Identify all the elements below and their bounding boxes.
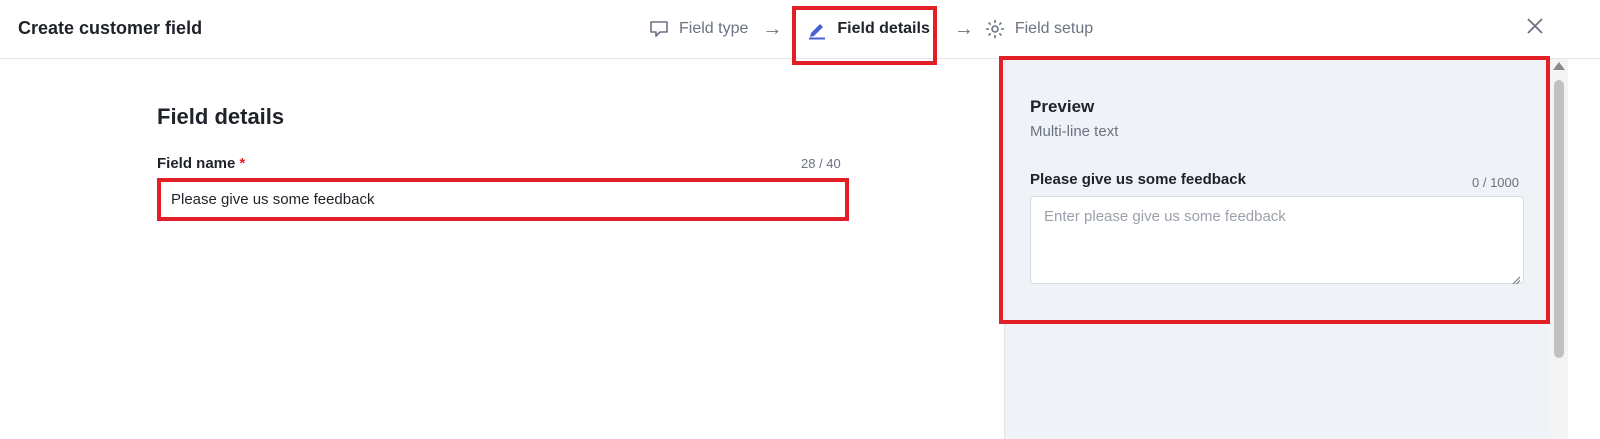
field-name-label: Field name * xyxy=(157,155,245,172)
field-name-input-wrapper xyxy=(157,178,849,221)
step-field-type[interactable]: Field type xyxy=(648,18,748,40)
required-marker: * xyxy=(239,155,246,172)
speech-bubble-icon xyxy=(648,18,670,40)
field-name-input[interactable] xyxy=(161,182,845,217)
create-customer-field-dialog: Create customer field Field type → Field… xyxy=(0,0,1600,439)
arrow-right-icon: → xyxy=(953,17,974,40)
field-name-counter: 28 / 40 xyxy=(801,156,841,171)
step-field-setup[interactable]: Field setup xyxy=(984,18,1093,40)
gear-icon xyxy=(984,18,1006,40)
dialog-title: Create customer field xyxy=(18,18,203,38)
step-label: Field setup xyxy=(1014,20,1094,37)
preview-counter: 0 / 1000 xyxy=(1472,175,1519,190)
close-button[interactable] xyxy=(1524,17,1546,39)
stepper: Field type → Field details → Field setup xyxy=(648,0,1093,65)
step-label: Field type xyxy=(679,20,749,37)
field-name-label-text: Field name xyxy=(157,155,236,172)
arrow-right-icon: → xyxy=(762,17,783,40)
resize-handle-icon[interactable] xyxy=(1512,272,1521,285)
preview-field-label: Please give us some feedback xyxy=(1030,171,1246,188)
scroll-up-icon[interactable] xyxy=(1553,62,1565,70)
scrollbar-thumb[interactable] xyxy=(1554,80,1564,358)
dialog-header: Create customer field Field type → Field… xyxy=(0,0,1600,65)
preview-textarea[interactable] xyxy=(1030,196,1524,284)
step-field-details[interactable]: Field details xyxy=(792,0,939,65)
preview-subtitle: Multi-line text xyxy=(1030,123,1119,140)
preview-title: Preview xyxy=(1030,97,1095,116)
close-icon xyxy=(1526,17,1544,40)
form-title: Field details xyxy=(157,104,285,129)
step-label: Field details xyxy=(837,20,930,37)
pen-icon xyxy=(806,18,828,40)
